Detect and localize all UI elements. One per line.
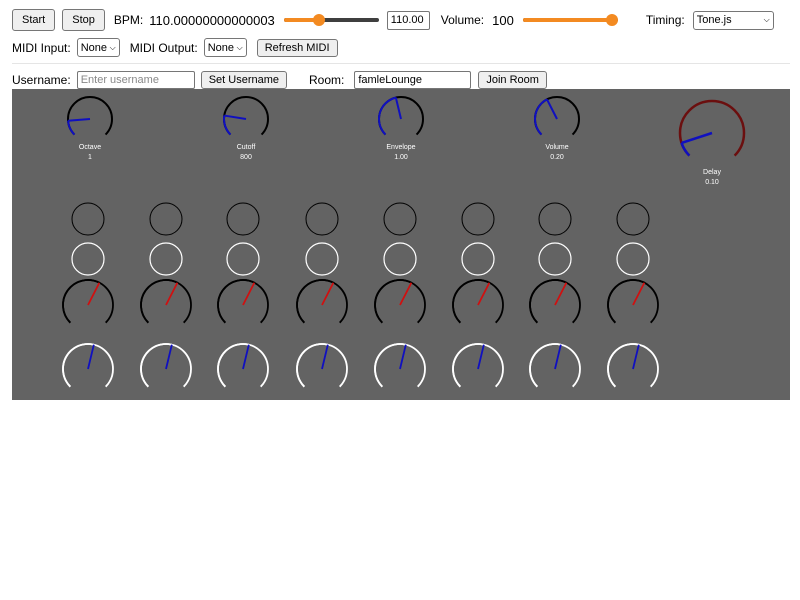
step-pitch-knob-6-needle: [477, 282, 491, 306]
timing-selected: Tone.js: [696, 14, 732, 26]
session-bar: Username: Set Username Room: Join Room: [12, 71, 547, 89]
step-toggle-8: [616, 202, 650, 236]
step-pitch-knob-1-needle: [87, 282, 101, 306]
step-pitch-knob-8-needle: [632, 282, 646, 306]
step-level-knob-6-needle: [477, 344, 485, 370]
step-toggle-2: [149, 202, 183, 236]
knob-value: 0.10: [705, 179, 719, 186]
step-pitch-knob-2-needle: [165, 282, 179, 306]
knob-volume-needle: [546, 98, 558, 120]
transport-bar: Start Stop BPM: 110.00000000000003 Volum…: [12, 9, 774, 31]
step-gate-6: [461, 242, 495, 276]
step-level-knob-1-needle: [87, 344, 95, 370]
knob-cutoff-needle: [224, 114, 247, 120]
username-label: Username:: [12, 73, 71, 87]
step-gate-1: [71, 242, 105, 276]
step-pitch-knob-3-needle: [242, 282, 256, 306]
refresh-midi-button[interactable]: Refresh MIDI: [256, 38, 338, 57]
step-gate-3: [226, 242, 260, 276]
knob-volume-arc: [534, 98, 548, 136]
knob-label: Cutoff: [237, 144, 256, 151]
knob-envelope-needle: [394, 97, 402, 120]
knob-label: Delay: [703, 169, 721, 176]
step-pitch-knob-2-arc: [140, 279, 178, 324]
midi-output-selected: None: [207, 41, 235, 54]
step-toggle-7: [538, 202, 572, 236]
knob-octave-needle: [67, 118, 91, 122]
bpm-slider-thumb[interactable]: [312, 14, 325, 26]
divider: [12, 63, 790, 64]
step-toggle-4: [305, 202, 339, 236]
step-gate-5: [383, 242, 417, 276]
synth-panel-canvas: Octave 1 Cutoff 800 Envelope 1.00 Volume 0.20 De…: [62, 96, 746, 388]
midi-bar: MIDI Input: None ⌵ MIDI Output: None ⌵ R…: [12, 38, 338, 57]
step-gate-4: [305, 242, 339, 276]
midi-output-label: MIDI Output:: [129, 40, 198, 55]
volume-label: Volume:: [440, 13, 485, 27]
volume-value: 100: [492, 12, 514, 28]
step-toggle-6: [461, 202, 495, 236]
step-pitch-knob-4-arc: [296, 279, 334, 324]
bpm-input[interactable]: [386, 10, 430, 30]
midi-output-select[interactable]: None ⌵: [203, 38, 247, 57]
step-pitch-knob-3-arc: [217, 279, 255, 324]
step-pitch-knob-6-arc: [452, 279, 490, 324]
volume-slider-fill: [522, 18, 612, 22]
knob-cutoff-arc: [223, 115, 232, 136]
username-input[interactable]: [76, 71, 195, 89]
step-pitch-knob-5-needle: [399, 282, 413, 306]
step-level-knob-8-needle: [632, 344, 640, 370]
midi-input-select[interactable]: None ⌵: [76, 38, 120, 57]
step-level-knob-7-needle: [554, 344, 562, 370]
step-pitch-knob-1-arc: [62, 279, 100, 324]
step-toggle-5: [383, 202, 417, 236]
chevron-down-icon: ⌵: [109, 42, 116, 52]
knob-envelope-arc: [378, 96, 397, 136]
step-toggle-3: [226, 202, 260, 236]
step-toggle-1: [71, 202, 105, 236]
timing-label: Timing:: [645, 13, 685, 27]
step-gate-2: [149, 242, 183, 276]
chevron-down-icon: ⌵: [236, 42, 243, 52]
knob-label: Octave: [79, 144, 101, 151]
timing-select[interactable]: Tone.js ⌵: [692, 10, 774, 30]
volume-slider[interactable]: [522, 12, 618, 28]
join-room-button[interactable]: Join Room: [478, 71, 547, 89]
bpm-slider[interactable]: [283, 12, 379, 28]
bpm-value: 110.00000000000003: [149, 12, 275, 28]
step-level-knob-5-needle: [399, 344, 407, 370]
start-button[interactable]: Start: [12, 9, 56, 31]
step-pitch-knob-5-arc: [374, 279, 412, 324]
room-label: Room:: [309, 73, 345, 87]
step-level-knob-4-needle: [321, 344, 329, 370]
room-input[interactable]: [354, 71, 472, 89]
step-pitch-knob-8-arc: [607, 279, 645, 324]
step-gate-7: [538, 242, 572, 276]
stop-button[interactable]: Stop: [62, 9, 105, 31]
knob-delay-arc: [680, 142, 691, 157]
midi-input-label: MIDI Input:: [12, 40, 71, 55]
synth-panel: Octave 1 Cutoff 800 Envelope 1.00 Volume 0.20 De…: [12, 89, 790, 400]
knob-value: 1.00: [394, 154, 408, 161]
set-username-button[interactable]: Set Username: [200, 71, 287, 89]
knob-label: Envelope: [386, 144, 415, 151]
knob-value: 800: [240, 154, 252, 161]
knob-value: 0.20: [550, 154, 564, 161]
knob-octave-arc: [67, 120, 76, 136]
knob-delay-track: [678, 99, 746, 157]
step-level-knob-3-needle: [242, 344, 250, 370]
chevron-down-icon: ⌵: [763, 15, 770, 24]
knob-value: 1: [88, 154, 92, 161]
step-level-knob-2-needle: [165, 344, 173, 370]
step-gate-8: [616, 242, 650, 276]
step-pitch-knob-7-needle: [554, 282, 568, 306]
knob-label: Volume: [545, 144, 568, 151]
knob-delay-needle: [681, 131, 713, 145]
knob-octave-track: [67, 96, 113, 136]
midi-input-selected: None: [80, 41, 107, 54]
step-pitch-knob-4-needle: [321, 282, 335, 306]
bpm-label: BPM:: [113, 13, 144, 27]
volume-slider-thumb[interactable]: [605, 14, 618, 26]
step-pitch-knob-7-arc: [529, 279, 567, 324]
